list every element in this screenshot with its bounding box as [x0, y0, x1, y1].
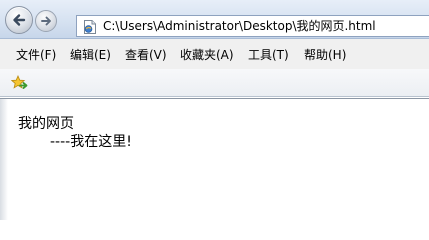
- page-heading: 我的网页: [18, 116, 74, 132]
- menu-edit[interactable]: 编辑(E): [70, 48, 111, 62]
- address-bar[interactable]: C:\Users\Administrator\Desktop\我的网页.html: [76, 15, 429, 37]
- html-page-icon: [84, 20, 96, 34]
- menu-bar: 文件(F) 编辑(E) 查看(V) 收藏夹(A) 工具(T) 帮助(H): [0, 39, 429, 69]
- page-content-area: 我的网页 ----我在这里!: [0, 98, 429, 220]
- content-left-edge: [0, 99, 8, 220]
- address-url[interactable]: C:\Users\Administrator\Desktop\我的网页.html: [103, 19, 376, 33]
- forward-arrow-icon: [41, 16, 51, 26]
- forward-button[interactable]: [35, 10, 57, 32]
- page-text-line: ----我在这里!: [50, 134, 132, 150]
- menu-view[interactable]: 查看(V): [125, 48, 167, 62]
- back-arrow-icon: [13, 14, 26, 26]
- favorites-bar: [0, 69, 429, 97]
- browser-navigation-bar: C:\Users\Administrator\Desktop\我的网页.html: [0, 0, 429, 39]
- menu-help[interactable]: 帮助(H): [304, 48, 346, 62]
- menu-file[interactable]: 文件(F): [16, 48, 56, 62]
- back-button[interactable]: [5, 6, 33, 34]
- menu-favorites[interactable]: 收藏夹(A): [180, 48, 234, 62]
- add-favorite-star-icon[interactable]: [11, 75, 29, 91]
- menu-tools[interactable]: 工具(T): [248, 48, 289, 62]
